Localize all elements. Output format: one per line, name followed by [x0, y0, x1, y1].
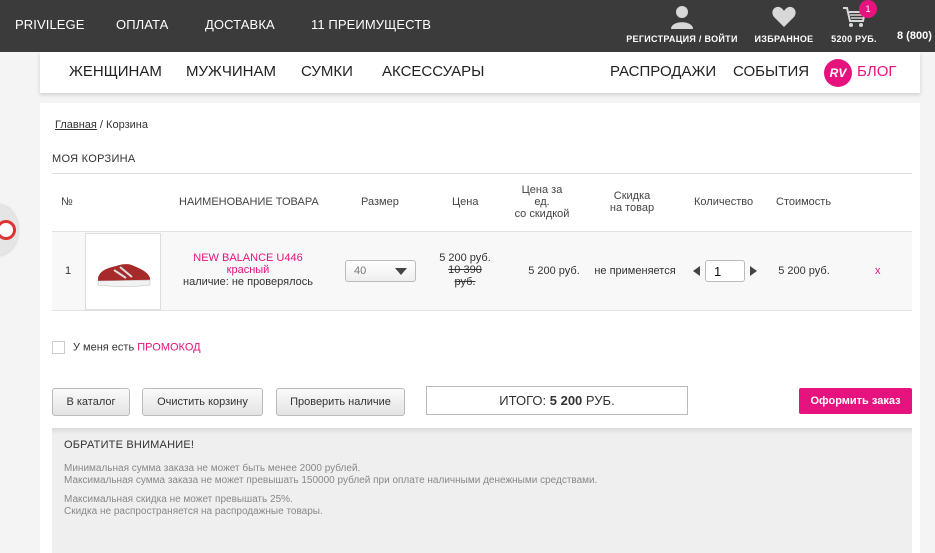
old-price: 10 390 — [448, 264, 482, 276]
nav-sales[interactable]: РАСПРОДАЖИ — [610, 63, 716, 80]
old-price-unit: руб. — [454, 276, 476, 288]
top-nav-delivery[interactable]: ДОСТАВКА — [205, 17, 275, 32]
col-quantity: Количество — [694, 196, 754, 208]
col-discount-price-line2: ед. — [534, 196, 550, 208]
page-title: МОЯ КОРЗИНА — [52, 153, 136, 165]
top-nav-advantages[interactable]: 11 ПРЕИМУЩЕСТВ — [311, 17, 431, 32]
main-nav: ЖЕНЩИНАМ МУЖЧИНАМ СУМКИ АКСЕССУАРЫ РАСПР… — [40, 52, 920, 93]
col-discount-price-line3: со скидкой — [514, 208, 570, 220]
arrow-right-icon[interactable] — [750, 266, 757, 276]
blog-logo[interactable]: RV — [824, 59, 852, 87]
row-number: 1 — [65, 265, 72, 277]
col-discount-line1: Скидка — [613, 190, 651, 202]
promo-text: У меня есть — [73, 341, 138, 354]
cart-total-label: 5200 РУБ. — [831, 34, 877, 44]
discount-value: не применяется — [594, 265, 676, 277]
notice-line: Минимальная сумма заказа не может быть м… — [64, 463, 361, 474]
price-value: 5 200 руб. — [439, 252, 491, 264]
clear-cart-button[interactable]: Очистить корзину — [142, 388, 263, 416]
row-total: 5 200 руб. — [778, 265, 830, 277]
cart-page: Главная / Корзина МОЯ КОРЗИНА № НАИМЕНОВ… — [40, 103, 920, 553]
order-total: ИТОГО: 5 200 РУБ. — [426, 386, 688, 415]
remove-item-button[interactable]: x — [875, 265, 881, 277]
heart-icon — [772, 6, 796, 27]
nav-men[interactable]: МУЖЧИНАМ — [186, 63, 276, 80]
product-availability: наличие: не проверялось — [183, 276, 313, 288]
top-bar: PRIVILEGE ОПЛАТА ДОСТАВКА 11 ПРЕИМУЩЕСТВ… — [0, 0, 935, 52]
nav-bags[interactable]: СУМКИ — [301, 63, 353, 80]
favorites-link[interactable]: ИЗБРАННОЕ — [753, 4, 815, 44]
total-label: ИТОГО: — [499, 393, 550, 408]
promo-row: У меня есть ПРОМОКОД — [52, 341, 201, 354]
size-value: 40 — [354, 265, 367, 277]
checkout-button[interactable]: Оформить заказ — [799, 388, 912, 414]
breadcrumb-home[interactable]: Главная — [55, 119, 97, 131]
side-decoration — [0, 205, 18, 255]
phone-number[interactable]: 8 (800) — [897, 30, 932, 42]
notice-line: Скидка не распространяется на распродажн… — [64, 506, 323, 517]
col-discount-price-line1: Цена за — [521, 184, 563, 196]
notice-line: Максимальная сумма заказа не может превы… — [64, 475, 598, 486]
col-price: Цена — [452, 196, 479, 208]
check-availability-button[interactable]: Проверить наличие — [276, 388, 405, 416]
col-name: НАИМЕНОВАНИЕ ТОВАРА — [179, 196, 319, 208]
breadcrumb: Главная / Корзина — [55, 119, 148, 131]
divider — [52, 173, 912, 174]
total-amount: 5 200 — [549, 393, 583, 408]
nav-women[interactable]: ЖЕНЩИНАМ — [69, 63, 162, 80]
account-link[interactable]: РЕГИСТРАЦИЯ / ВОЙТИ — [626, 4, 738, 44]
product-image[interactable] — [85, 233, 161, 310]
price-cell: 5 200 руб. 10 390 руб. — [435, 252, 495, 288]
breadcrumb-current: Корзина — [106, 119, 148, 131]
promo-link[interactable]: ПРОМОКОД — [137, 341, 200, 353]
nav-accessories[interactable]: АКСЕССУАРЫ — [382, 63, 484, 80]
col-discount-line2: на товар — [609, 202, 655, 214]
top-nav-privilege[interactable]: PRIVILEGE — [15, 17, 85, 32]
chevron-down-icon — [395, 268, 407, 275]
favorites-label: ИЗБРАННОЕ — [754, 34, 814, 44]
promo-checkbox[interactable] — [52, 341, 65, 354]
size-select[interactable]: 40 — [345, 260, 416, 282]
col-discount: Скидка на товар — [596, 190, 668, 214]
user-icon — [671, 6, 693, 29]
arrow-left-icon[interactable] — [693, 266, 700, 276]
breadcrumb-separator: / — [96, 119, 107, 131]
total-unit: РУБ. — [582, 393, 615, 408]
sneaker-image — [97, 264, 151, 287]
discount-price: 5 200 руб. — [528, 265, 580, 277]
catalog-button[interactable]: В каталог — [52, 388, 130, 416]
product-info: NEW BALANCE U446 красный наличие: не про… — [172, 252, 324, 288]
table-row: 1 NEW BALANCE U446 красный наличие: не п… — [52, 231, 912, 311]
account-label: РЕГИСТРАЦИЯ / ВОЙТИ — [626, 34, 738, 44]
notice-box: ОБРАТИТЕ ВНИМАНИЕ! Минимальная сумма зак… — [52, 428, 912, 553]
notice-line: Максимальная скидка не может превышать 2… — [64, 494, 293, 505]
col-size: Размер — [361, 196, 399, 208]
col-discount-price: Цена за ед. со скидкой — [506, 184, 578, 220]
col-total: Стоимость — [776, 196, 832, 208]
cart-badge: 1 — [859, 0, 877, 18]
top-nav-payment[interactable]: ОПЛАТА — [116, 17, 168, 32]
product-color: красный — [226, 264, 270, 276]
nav-blog[interactable]: БЛОГ — [857, 63, 896, 80]
nav-events[interactable]: СОБЫТИЯ — [733, 63, 809, 80]
notice-title: ОБРАТИТЕ ВНИМАНИЕ! — [64, 439, 195, 451]
quantity-input[interactable]: 1 — [705, 260, 745, 282]
product-name[interactable]: NEW BALANCE U446 — [172, 252, 324, 264]
col-number: № — [61, 196, 73, 208]
